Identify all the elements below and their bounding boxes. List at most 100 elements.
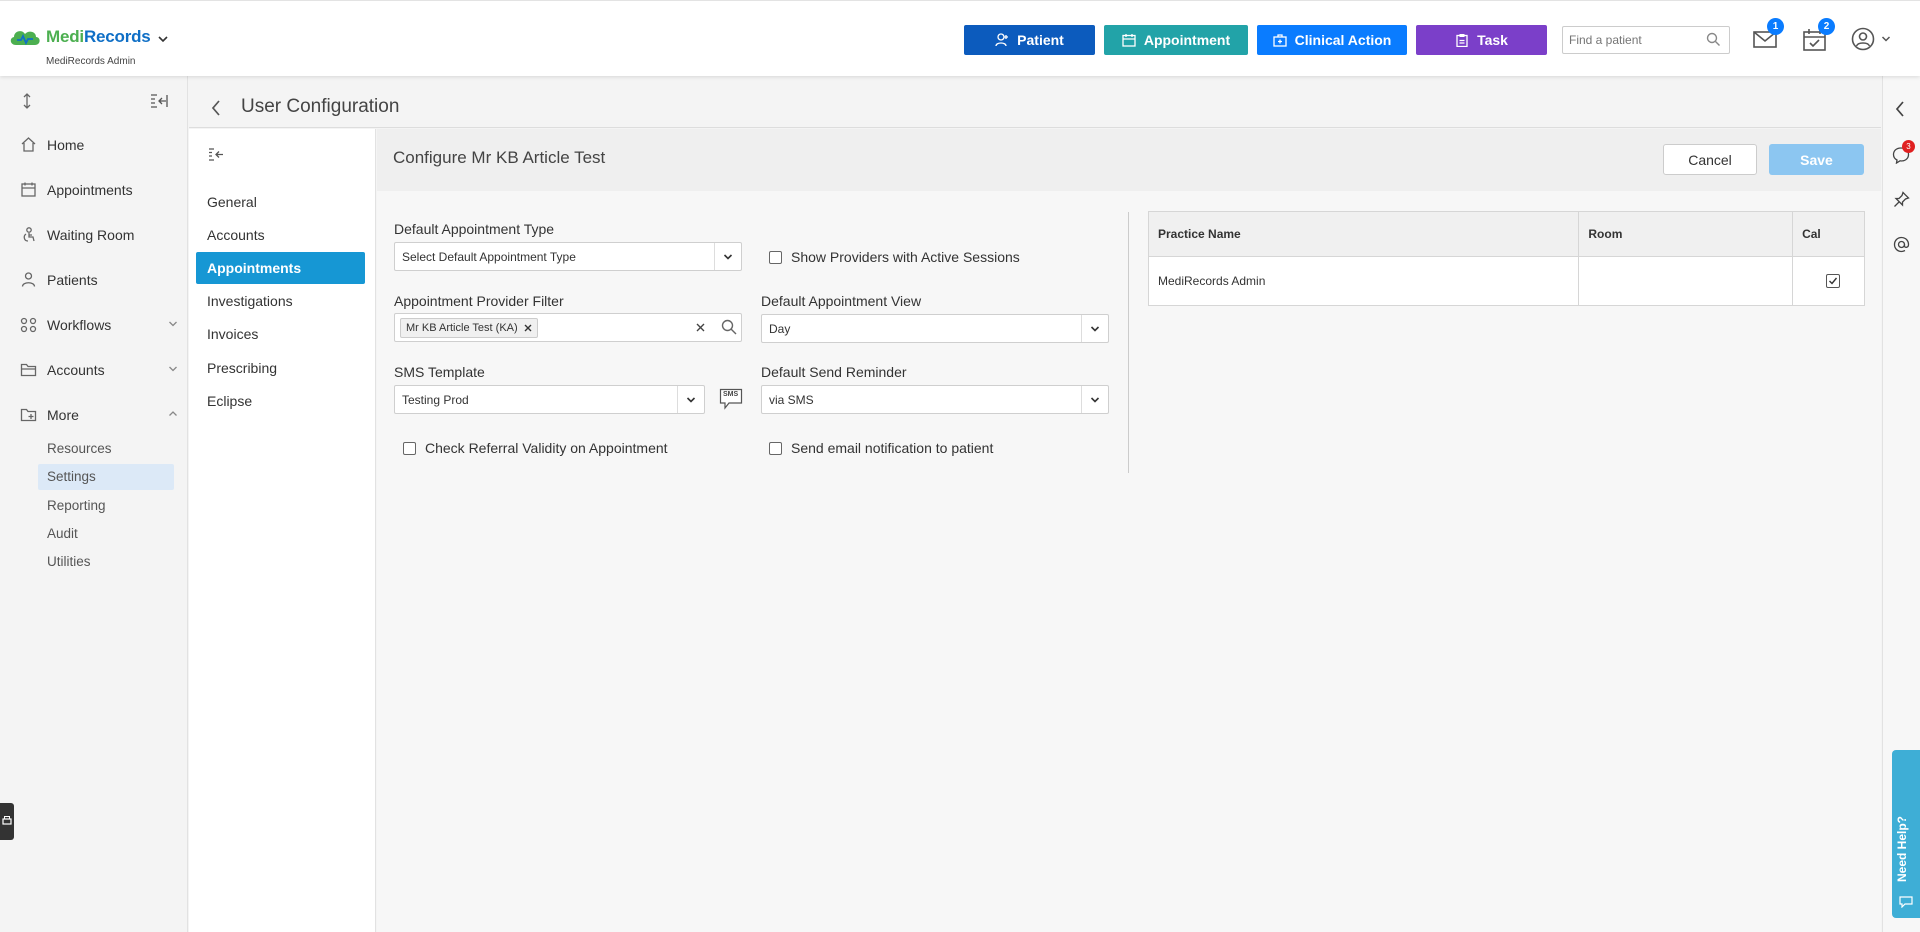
provider-filter-input[interactable]: Mr KB Article Test (KA) [394, 313, 742, 342]
chevron-down-icon[interactable] [1081, 315, 1108, 342]
sms-preview-button[interactable]: SMS [719, 388, 743, 410]
config-title: Configure Mr KB Article Test [393, 148, 606, 167]
calendar-icon [21, 182, 36, 197]
checkmark-icon [1829, 277, 1838, 285]
sidebar-subitem-utilities[interactable]: Utilities [38, 549, 174, 575]
patient-button-label: Patient [1017, 32, 1064, 48]
user-avatar-icon [1851, 27, 1875, 51]
remove-tag-icon[interactable] [524, 324, 532, 332]
sidebar-item-accounts[interactable]: Accounts [20, 361, 177, 378]
subnav-appointments[interactable]: Appointments [196, 252, 365, 284]
new-task-button[interactable]: Task [1416, 25, 1547, 55]
column-header-cal[interactable]: Cal [1792, 211, 1865, 257]
sidebar-item-label: Waiting Room [47, 226, 135, 243]
check-referral-checkbox[interactable]: Check Referral Validity on Appointment [403, 440, 668, 456]
practice-table: Practice Name Room Cal MediRecords Admin [1147, 211, 1865, 306]
sidebar-item-appointments[interactable]: Appointments [20, 181, 170, 198]
clear-icon[interactable] [696, 323, 705, 332]
page-header: User Configuration [189, 88, 1881, 128]
need-help-tab[interactable]: Need Help? [1892, 750, 1920, 918]
task-button-label: Task [1477, 32, 1508, 48]
subnav-general[interactable]: General [196, 186, 365, 218]
provider-filter-tag: Mr KB Article Test (KA) [400, 318, 538, 338]
subnav-investigations[interactable]: Investigations [196, 285, 365, 317]
show-providers-checkbox[interactable]: Show Providers with Active Sessions [769, 249, 1020, 265]
send-email-checkbox[interactable]: Send email notification to patient [769, 440, 993, 456]
patient-search-input[interactable] [1563, 27, 1693, 53]
show-providers-label: Show Providers with Active Sessions [791, 249, 1020, 265]
clinical-action-button[interactable]: Clinical Action [1257, 25, 1407, 55]
default-view-select[interactable]: Day [761, 314, 1109, 343]
column-header-practice[interactable]: Practice Name [1147, 211, 1580, 257]
sidebar-item-label: Workflows [47, 316, 112, 333]
default-appt-type-select[interactable]: Select Default Appointment Type [394, 242, 742, 271]
sidebar-subitem-reporting[interactable]: Reporting [38, 493, 174, 519]
mail-badge: 1 [1767, 18, 1784, 35]
cal-checkbox[interactable] [1826, 274, 1841, 288]
patients-icon [21, 272, 36, 287]
patient-search[interactable] [1562, 26, 1730, 54]
sidebar-subitem-resources[interactable]: Resources [38, 436, 174, 462]
notifications-button[interactable]: 3 [1892, 140, 1915, 164]
column-header-room[interactable]: Room [1578, 211, 1794, 257]
cancel-button[interactable]: Cancel [1663, 144, 1757, 175]
chevron-down-icon[interactable] [157, 33, 169, 45]
practice-name-cell: MediRecords Admin [1147, 256, 1580, 306]
default-view-value: Day [769, 322, 791, 336]
tasks-button[interactable]: 2 [1802, 18, 1835, 52]
config-header: Configure Mr KB Article Test [377, 129, 1881, 191]
collapse-sidebar-icon[interactable] [150, 94, 168, 108]
pin-icon[interactable] [1893, 191, 1910, 208]
search-icon[interactable] [721, 319, 737, 335]
room-cell[interactable] [1578, 256, 1794, 306]
send-reminder-select[interactable]: via SMS [761, 385, 1109, 414]
back-arrow-icon[interactable] [211, 100, 221, 116]
messages-button[interactable]: 1 [1752, 18, 1784, 50]
sidebar-subitem-settings[interactable]: Settings [38, 464, 174, 490]
sidebar-item-label: More [47, 406, 79, 423]
at-mention-icon[interactable] [1893, 236, 1910, 253]
send-reminder-label: Default Send Reminder [761, 364, 907, 380]
sidebar-item-patients[interactable]: Patients [20, 271, 170, 288]
checkbox-box[interactable] [403, 441, 416, 455]
need-help-label: Need Help? [1895, 815, 1909, 882]
sidebar-item-more[interactable]: More [20, 406, 177, 423]
sidebar-item-waiting-room[interactable]: Waiting Room [20, 226, 170, 243]
more-icon [20, 408, 37, 422]
collapse-subnav-icon[interactable] [208, 148, 224, 161]
search-icon[interactable] [1706, 32, 1721, 47]
chevron-down-icon[interactable] [714, 243, 741, 270]
subnav-eclipse[interactable]: Eclipse [196, 385, 365, 417]
chevron-left-icon[interactable] [1894, 101, 1906, 117]
resize-vertical-icon[interactable] [20, 93, 34, 109]
subnav-invoices[interactable]: Invoices [196, 318, 365, 350]
chevron-down-icon[interactable] [1081, 386, 1108, 413]
chevron-down-icon[interactable] [677, 386, 704, 413]
default-appt-type-label: Default Appointment Type [394, 221, 555, 237]
sidebar-item-home[interactable]: Home [20, 136, 170, 153]
new-patient-button[interactable]: Patient [964, 25, 1095, 55]
side-drawer-tab[interactable] [0, 803, 14, 840]
calendar-icon [1122, 34, 1136, 47]
folder-icon [20, 363, 37, 377]
checkbox-box[interactable] [769, 441, 782, 455]
workflows-icon [20, 317, 37, 333]
new-appointment-button[interactable]: Appointment [1104, 25, 1248, 55]
subnav-accounts[interactable]: Accounts [196, 219, 365, 251]
sidebar-item-workflows[interactable]: Workflows [20, 316, 177, 333]
brand-name: MediRecords [46, 27, 151, 46]
chevron-down-icon [169, 366, 177, 372]
sms-template-select[interactable]: Testing Prod [394, 385, 705, 414]
user-menu[interactable] [1851, 27, 1891, 51]
cloud-logo-icon [10, 31, 40, 46]
chevron-down-icon [1881, 36, 1891, 42]
subnav-prescribing[interactable]: Prescribing [196, 352, 365, 384]
checkbox-box[interactable] [769, 250, 782, 264]
sidebar-subitem-audit[interactable]: Audit [38, 521, 174, 547]
sidebar-item-label: Appointments [47, 181, 133, 198]
provider-filter-label: Appointment Provider Filter [394, 293, 564, 309]
medirecords-logo[interactable]: MediRecords [8, 27, 151, 47]
add-user-icon [995, 33, 1009, 47]
save-button[interactable]: Save [1769, 144, 1864, 175]
top-bar: MediRecords MediRecords Admin Patient Ap… [0, 0, 1920, 76]
